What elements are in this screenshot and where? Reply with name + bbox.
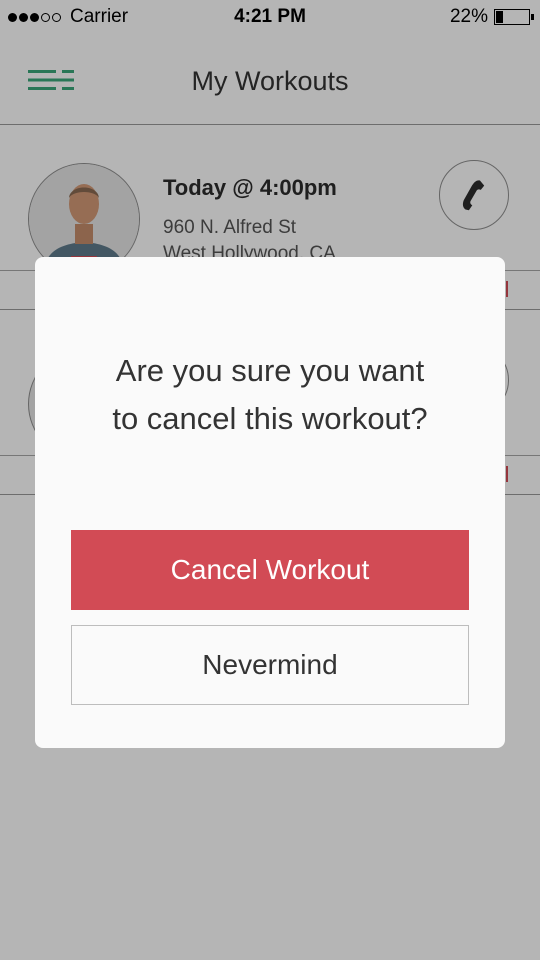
dialog-message-line-2: to cancel this workout? [112,401,428,436]
dialog-message: Are you sure you want to cancel this wor… [55,347,485,443]
cancel-workout-button[interactable]: Cancel Workout [71,530,469,610]
app-screen: Carrier 4:21 PM 22% My Workouts Today @ … [0,0,540,960]
nevermind-button[interactable]: Nevermind [71,625,469,705]
dialog-message-line-1: Are you sure you want [115,353,425,388]
cancel-workout-dialog: Are you sure you want to cancel this wor… [35,257,505,748]
